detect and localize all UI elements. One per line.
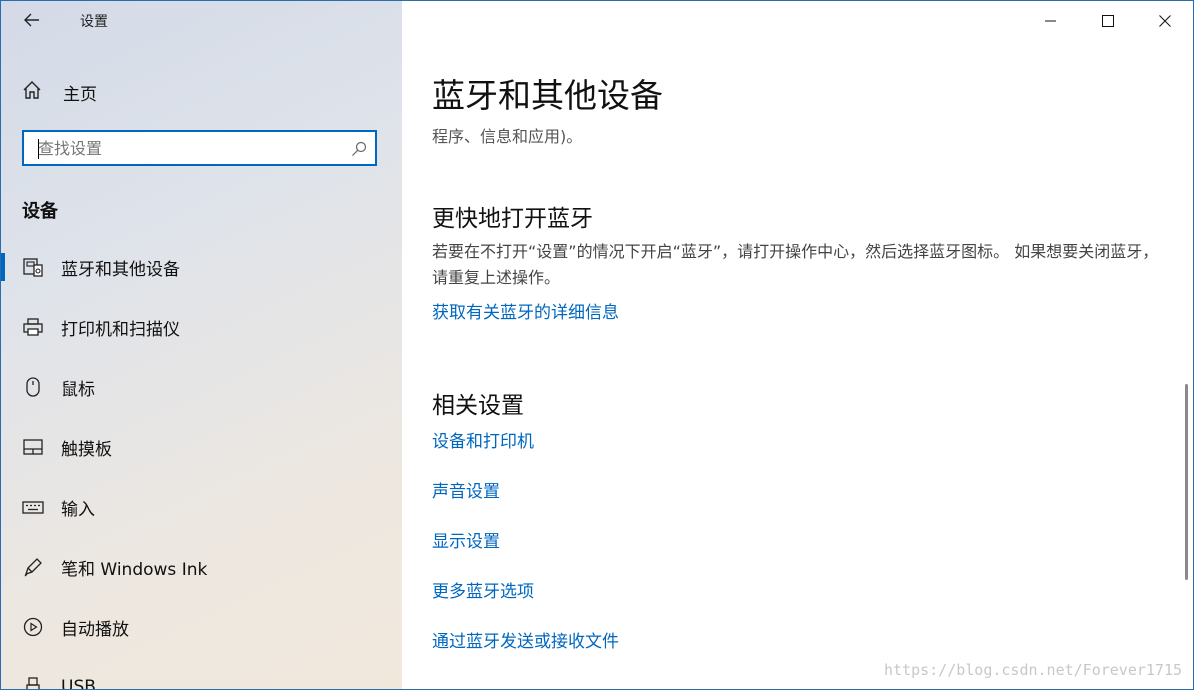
bluetooth-file-transfer-link[interactable]: 通过蓝牙发送或接收文件 [432, 627, 619, 652]
page-title: 蓝牙和其他设备 [432, 76, 663, 115]
sidebar-item-label: 蓝牙和其他设备 [61, 259, 180, 280]
close-button[interactable] [1136, 1, 1193, 41]
maximize-icon [1102, 12, 1114, 31]
keyboard-icon [22, 496, 44, 518]
usb-icon [22, 676, 44, 689]
sidebar-item-usb[interactable]: USB [1, 667, 402, 690]
home-icon [21, 79, 43, 105]
sidebar-item-label: 自动播放 [61, 619, 129, 640]
maximize-button[interactable] [1079, 1, 1137, 41]
watermark: https://blog.csdn.net/Forever1715 [883, 661, 1182, 679]
sidebar-item-label: 触摸板 [61, 439, 112, 460]
sidebar-item-printers[interactable]: 打印机和扫描仪 [1, 307, 402, 347]
sidebar-item-autoplay[interactable]: 自动播放 [1, 607, 402, 647]
sidebar-item-mouse[interactable]: 鼠标 [1, 367, 402, 407]
bluetooth-devices-icon [22, 256, 44, 278]
minimize-button[interactable] [1022, 1, 1080, 41]
quick-bluetooth-description: 若要在不打开“设置”的情况下开启“蓝牙”，请打开操作中心，然后选择蓝牙图标。 如… [432, 242, 1159, 287]
autoplay-icon [22, 616, 44, 638]
close-icon [1159, 12, 1171, 31]
sidebar-item-label: 笔和 Windows Ink [61, 559, 208, 580]
sidebar-item-label: 打印机和扫描仪 [61, 319, 180, 340]
home-label: 主页 [63, 84, 97, 105]
more-bluetooth-options-link[interactable]: 更多蓝牙选项 [432, 577, 534, 602]
main-content: 蓝牙和其他设备 程序、信息和应用)。 更快地打开蓝牙 若要在不打开“设置”的情况… [402, 1, 1193, 689]
text-caret [38, 139, 39, 159]
scrollbar[interactable] [1185, 384, 1188, 580]
app-title: 设置 [80, 14, 108, 30]
display-settings-link[interactable]: 显示设置 [432, 527, 500, 552]
pen-icon [22, 556, 44, 578]
search-icon[interactable] [351, 141, 367, 157]
related-settings-heading: 相关设置 [432, 393, 524, 419]
intro-text: 程序、信息和应用)。 [432, 127, 583, 146]
printer-icon [22, 316, 44, 338]
sidebar-item-bluetooth[interactable]: 蓝牙和其他设备 [1, 247, 402, 287]
bluetooth-info-link[interactable]: 获取有关蓝牙的详细信息 [432, 298, 619, 323]
settings-window: 设置 主页 设备 蓝牙和其他设备 打印机和扫描仪 [0, 0, 1194, 690]
devices-printers-link[interactable]: 设备和打印机 [432, 427, 534, 452]
mouse-icon [22, 376, 44, 398]
sidebar: 设置 主页 设备 蓝牙和其他设备 打印机和扫描仪 [1, 1, 402, 689]
section-title: 设备 [22, 201, 58, 222]
touchpad-icon [22, 436, 44, 458]
sidebar-item-label: 输入 [61, 499, 95, 520]
minimize-icon [1045, 12, 1057, 31]
sidebar-item-label: 鼠标 [61, 379, 95, 400]
sidebar-item-typing[interactable]: 输入 [1, 487, 402, 527]
sidebar-item-touchpad[interactable]: 触摸板 [1, 427, 402, 467]
sidebar-item-pen[interactable]: 笔和 Windows Ink [1, 547, 402, 587]
quick-bluetooth-heading: 更快地打开蓝牙 [432, 206, 593, 232]
search-box[interactable] [22, 130, 377, 166]
sound-settings-link[interactable]: 声音设置 [432, 477, 500, 502]
sidebar-item-label: USB [61, 677, 96, 690]
sidebar-home[interactable]: 主页 [21, 77, 97, 107]
back-arrow-icon[interactable] [21, 9, 43, 31]
search-input[interactable] [38, 136, 338, 160]
